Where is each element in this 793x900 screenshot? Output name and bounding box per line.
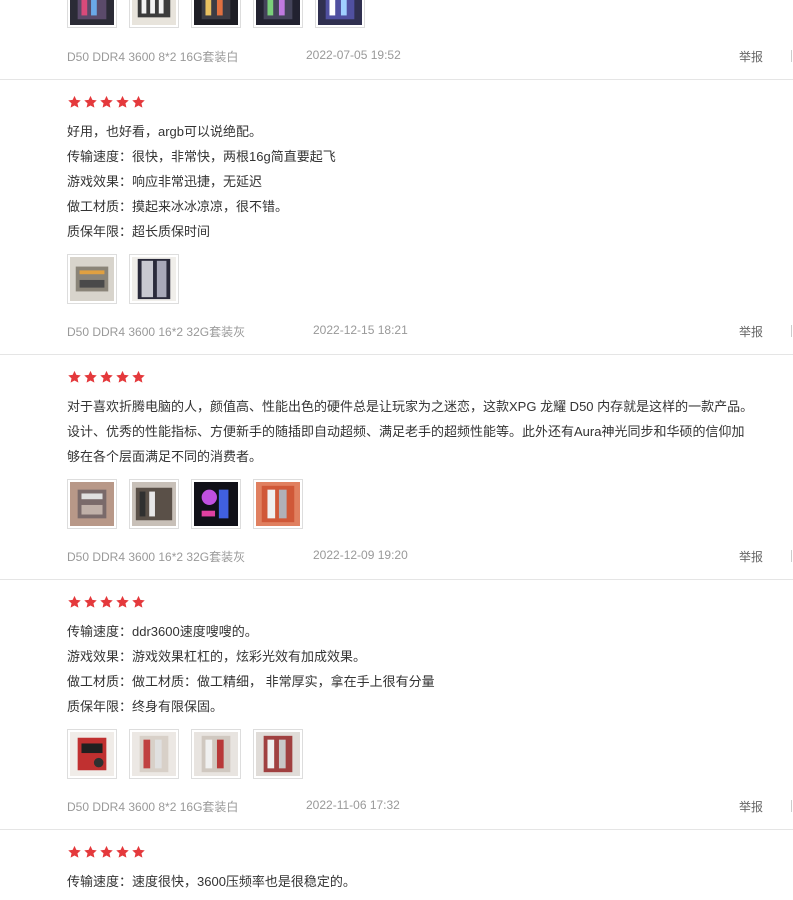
- star-icon: [99, 595, 114, 609]
- report-separator: [791, 800, 792, 812]
- review-text-line: 对于喜欢折腾电脑的人，颜值高、性能出色的硬件总是让玩家为之迷恋，这款XPG 龙耀…: [67, 399, 754, 414]
- review-text-line: 好用，也好看，argb可以说绝配。: [67, 124, 263, 139]
- review-text-line: 传输速度：速度很快，3600压频率也是很稳定的。: [67, 874, 356, 889]
- review-date: 2022-12-15 18:21: [313, 323, 408, 337]
- review-photo-thumbnail[interactable]: [67, 254, 117, 304]
- review-text-line: 传输速度：很快，非常快，两根16g简直要起飞: [67, 149, 336, 164]
- review-text-line: 质保年限：超长质保时间: [67, 224, 211, 239]
- review-0-thumbnails: [67, 0, 365, 28]
- review-photo-thumbnail[interactable]: [191, 0, 241, 28]
- report-separator: [791, 325, 792, 337]
- report-link[interactable]: 举报: [739, 48, 763, 65]
- star-icon: [67, 370, 82, 384]
- star-icon: [115, 95, 130, 109]
- review-divider: [0, 354, 793, 355]
- review-1-meta: D50 DDR4 3600 16*2 32G套装灰 2022-12-15 18:…: [67, 323, 408, 340]
- review-4-rating-stars: [67, 845, 146, 859]
- review-text-line: 做工材质：摸起来冰冰凉凉，很不错。: [67, 199, 289, 214]
- star-icon: [115, 595, 130, 609]
- review-date: 2022-11-06 17:32: [306, 798, 400, 812]
- review-photo-thumbnail[interactable]: [129, 254, 179, 304]
- star-icon: [83, 845, 98, 859]
- report-separator: [791, 50, 792, 62]
- review-3-meta: D50 DDR4 3600 8*2 16G套装白 2022-11-06 17:3…: [67, 798, 400, 815]
- review-text-line: 传输速度：ddr3600速度嗖嗖的。: [67, 624, 258, 639]
- star-icon: [67, 595, 82, 609]
- report-separator: [791, 550, 792, 562]
- review-1-rating-stars: [67, 95, 146, 109]
- review-2-thumbnails: [67, 479, 303, 529]
- star-icon: [83, 595, 98, 609]
- review-photo-thumbnail[interactable]: [129, 0, 179, 28]
- review-photo-thumbnail[interactable]: [253, 479, 303, 529]
- star-icon: [67, 845, 82, 859]
- star-icon: [83, 370, 98, 384]
- review-divider: [0, 579, 793, 580]
- review-3-rating-stars: [67, 595, 146, 609]
- star-icon: [131, 95, 146, 109]
- review-photo-thumbnail[interactable]: [191, 479, 241, 529]
- review-photo-thumbnail[interactable]: [253, 0, 303, 28]
- report-link[interactable]: 举报: [739, 323, 763, 340]
- review-text-line: 质保年限：终身有限保固。: [67, 699, 224, 714]
- review-variant: D50 DDR4 3600 16*2 32G套装灰: [67, 325, 246, 339]
- review-text-line: 游戏效果：游戏效果杠杠的，炫彩光效有加成效果。: [67, 649, 367, 664]
- review-photo-thumbnail[interactable]: [67, 479, 117, 529]
- star-icon: [131, 845, 146, 859]
- review-photo-thumbnail[interactable]: [253, 729, 303, 779]
- review-photo-thumbnail[interactable]: [129, 479, 179, 529]
- report-link[interactable]: 举报: [739, 798, 763, 815]
- review-date: 2022-12-09 19:20: [313, 548, 408, 562]
- star-icon: [83, 95, 98, 109]
- review-list-page: D50 DDR4 3600 8*2 16G套装白 2022-07-05 19:5…: [0, 0, 793, 900]
- review-text-line: 游戏效果：响应非常迅捷，无延迟: [67, 174, 263, 189]
- review-text-line: 设计、优秀的性能指标、方便新手的随插即自动超频、满足老手的超频性能等。此外还有A…: [67, 424, 745, 439]
- star-icon: [99, 370, 114, 384]
- star-icon: [115, 845, 130, 859]
- review-divider: [0, 79, 793, 80]
- review-photo-thumbnail[interactable]: [129, 729, 179, 779]
- review-2-rating-stars: [67, 370, 146, 384]
- star-icon: [131, 370, 146, 384]
- review-photo-thumbnail[interactable]: [191, 729, 241, 779]
- review-2-meta: D50 DDR4 3600 16*2 32G套装灰 2022-12-09 19:…: [67, 548, 408, 565]
- review-variant: D50 DDR4 3600 16*2 32G套装灰: [67, 550, 246, 564]
- report-link[interactable]: 举报: [739, 548, 763, 565]
- review-photo-thumbnail[interactable]: [315, 0, 365, 28]
- review-text-line: 做工材质：做工材质：做工精细， 非常厚实，拿在手上很有分量: [67, 674, 435, 689]
- review-text-line: 够在各个层面满足不同的消费者。: [67, 449, 263, 464]
- star-icon: [131, 595, 146, 609]
- review-date: 2022-07-05 19:52: [306, 48, 401, 62]
- review-photo-thumbnail[interactable]: [67, 0, 117, 28]
- review-photo-thumbnail[interactable]: [67, 729, 117, 779]
- star-icon: [99, 845, 114, 859]
- review-divider: [0, 829, 793, 830]
- review-0-meta: D50 DDR4 3600 8*2 16G套装白 2022-07-05 19:5…: [67, 48, 401, 65]
- review-variant: D50 DDR4 3600 8*2 16G套装白: [67, 50, 239, 64]
- star-icon: [115, 370, 130, 384]
- review-1-thumbnails: [67, 254, 179, 304]
- star-icon: [99, 95, 114, 109]
- review-3-thumbnails: [67, 729, 303, 779]
- star-icon: [67, 95, 82, 109]
- review-variant: D50 DDR4 3600 8*2 16G套装白: [67, 800, 239, 814]
